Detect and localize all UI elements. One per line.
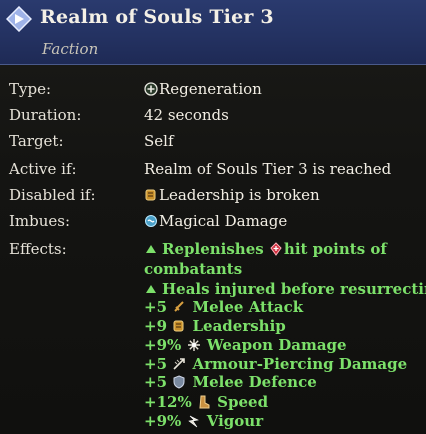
stat-label: Weapon Damage [206,336,347,354]
imbues-value-text: Magical Damage [159,212,288,230]
magical-damage-icon [145,215,157,227]
burst-icon [187,339,200,351]
diamond-arrow-icon [6,6,32,32]
disabled-if-value: Leadership is broken [144,186,320,204]
stat-vigour: +9% Vigour [144,412,263,430]
stat-value: +9 [144,317,168,335]
effect-heals-text: Heals injured before resurrecting [162,280,426,298]
target-label: Target: [9,132,64,150]
stat-label: Melee Attack [192,298,304,316]
tooltip-title: Realm of Souls Tier 3 [40,6,274,28]
stat-value: +5 [144,298,168,316]
stat-value: +5 [144,355,168,373]
banner-icon [173,320,184,332]
shield-icon [173,375,185,389]
stat-label: Speed [217,393,269,411]
stat-value: +9% [144,336,182,354]
stat-value: +9% [144,412,182,430]
target-value: Self [144,132,174,150]
active-if-value: Realm of Souls Tier 3 is reached [144,160,392,178]
stat-speed: +12% Speed [144,393,268,411]
effect-replenishes-a: Replenishes [162,240,264,258]
sword-icon [174,301,184,312]
leadership-icon [145,189,156,201]
effect-replenishes-line2: combatants [144,260,243,278]
type-value-text: Regeneration [159,80,262,98]
stat-melee-defence: +5 Melee Defence [144,373,317,391]
effect-bullet-icon [146,285,156,293]
imbues-label: Imbues: [9,212,71,230]
duration-value: 42 seconds [144,106,229,124]
disabled-if-label: Disabled if: [9,186,96,204]
disabled-if-text: Leadership is broken [159,186,320,204]
stat-weapon-damage: +9% Weapon Damage [144,336,347,354]
stat-label: Vigour [206,412,264,430]
stat-value: +5 [144,373,168,391]
imbues-value: Magical Damage [144,212,287,230]
stat-armour-piercing: +5 Armour-Piercing Damage [144,355,407,373]
stat-label: Melee Defence [192,373,317,391]
effect-bullet-icon [146,245,156,253]
effects-label: Effects: [9,240,67,258]
boot-icon [199,395,210,409]
tooltip-subtitle: Faction [42,40,99,58]
type-label: Type: [9,80,52,98]
vigour-icon [187,415,199,428]
stat-label: Leadership [192,317,286,335]
stat-leadership: +9 Leadership [144,317,286,335]
type-value: Regeneration [144,80,262,98]
effect-replenishes: Replenishes hit points of [146,240,387,258]
active-if-label: Active if: [9,160,77,178]
stat-value: +12% [144,393,192,411]
ability-tooltip: Realm of Souls Tier 3 Faction Type: Rege… [0,0,426,434]
stat-melee-attack: +5 Melee Attack [144,298,303,316]
effect-replenishes-b: hit points of [283,240,387,258]
hit-points-icon [270,242,282,256]
tooltip-header: Realm of Souls Tier 3 Faction [0,0,426,65]
pierce-icon [173,358,186,370]
regeneration-icon [144,82,158,96]
stat-label: Armour-Piercing Damage [192,355,408,373]
effect-heals: Heals injured before resurrecting [146,280,426,298]
duration-label: Duration: [9,106,82,124]
